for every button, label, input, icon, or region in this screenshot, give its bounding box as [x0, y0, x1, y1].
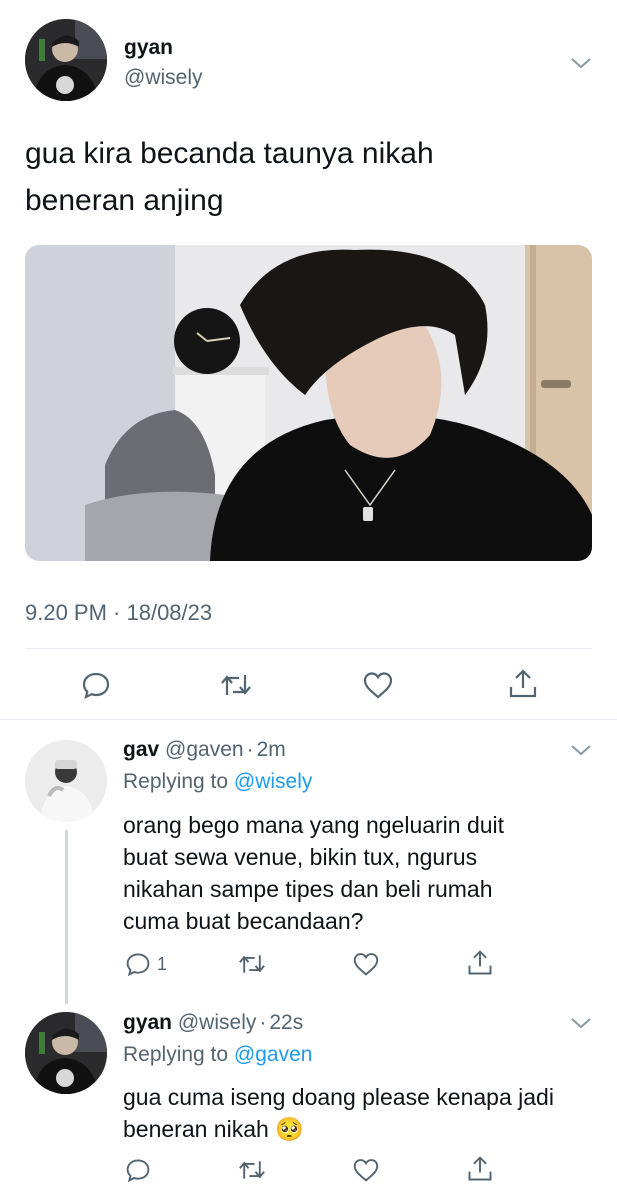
reply-text-line: buat sewa venue, bikin tux, ngurus	[123, 844, 478, 870]
reply-handle[interactable]: @gaven	[165, 738, 244, 761]
retweet-icon	[237, 1157, 267, 1183]
share-button[interactable]	[466, 949, 494, 977]
reply-icon	[125, 951, 151, 977]
reply-button[interactable]	[125, 1157, 151, 1183]
tweet-text-line: gua kira becanda taunya nikah	[25, 137, 434, 170]
reply-icon	[81, 670, 111, 700]
share-button[interactable]	[466, 1155, 494, 1183]
retweet-button[interactable]	[219, 670, 253, 700]
reply-header: gyan @wisely · 22s	[123, 1011, 303, 1035]
like-icon	[352, 951, 380, 977]
reply-text-line: orang bego mana yang ngeluarin duit	[123, 812, 505, 838]
share-icon	[466, 1155, 494, 1183]
reply-text-line-with-emoji: beneran nikah 🥺	[123, 1116, 304, 1143]
reply-display-name[interactable]: gav	[123, 738, 159, 761]
pleading-face-emoji-icon: 🥺	[275, 1116, 304, 1142]
chevron-down-icon[interactable]	[570, 1016, 592, 1035]
retweet-button[interactable]	[237, 951, 267, 977]
like-button[interactable]	[352, 1157, 380, 1183]
reply-button[interactable]	[81, 670, 111, 700]
reply-text-line: nikahan sampe tipes dan beli rumah	[123, 876, 493, 902]
reply-count: 1	[157, 953, 168, 974]
tweet-text-line: beneran anjing	[25, 184, 224, 217]
reply-handle[interactable]: @wisely	[178, 1011, 257, 1034]
retweet-button[interactable]	[237, 1157, 267, 1183]
share-icon	[507, 668, 539, 700]
reply-icon	[125, 1157, 151, 1183]
share-button[interactable]	[507, 668, 539, 700]
tweet-media-image[interactable]	[25, 245, 592, 561]
retweet-icon	[237, 951, 267, 977]
like-button[interactable]	[362, 670, 394, 700]
replying-to-label: Replying to	[123, 770, 229, 793]
dot-separator: ·	[246, 738, 254, 761]
reply-header: gav @gaven · 2m	[123, 738, 286, 762]
reply-text-line: cuma buat becandaan?	[123, 908, 364, 934]
dot-separator: ·	[259, 1011, 267, 1034]
like-button[interactable]	[352, 951, 380, 977]
reply-button[interactable]: 1	[125, 951, 167, 977]
reply-display-name[interactable]: gyan	[123, 1011, 172, 1034]
like-icon	[362, 670, 394, 700]
reply-avatar[interactable]	[25, 740, 107, 822]
like-icon	[352, 1157, 380, 1183]
author-avatar[interactable]	[25, 19, 107, 101]
replying-to-label: Replying to	[123, 1043, 229, 1066]
reply-time[interactable]: 2m	[257, 738, 286, 761]
retweet-icon	[219, 670, 253, 700]
reply-time[interactable]: 22s	[269, 1011, 303, 1034]
replying-to-handle[interactable]: @gaven	[234, 1043, 313, 1066]
divider	[0, 719, 617, 720]
tweet-timestamp[interactable]: 9.20 PM · 18/08/23	[25, 600, 212, 626]
replying-to: Replying to @wisely	[123, 770, 312, 794]
reply-avatar[interactable]	[25, 1012, 107, 1094]
chevron-down-icon[interactable]	[570, 56, 592, 75]
share-icon	[466, 949, 494, 977]
author-display-name[interactable]: gyan	[124, 36, 173, 60]
divider	[25, 648, 592, 649]
replying-to: Replying to @gaven	[123, 1043, 312, 1067]
chevron-down-icon[interactable]	[570, 743, 592, 762]
replying-to-handle[interactable]: @wisely	[234, 770, 313, 793]
thread-line	[65, 830, 68, 1004]
reply-text: beneran nikah	[123, 1116, 269, 1142]
author-handle[interactable]: @wisely	[124, 66, 203, 90]
reply-text-line: gua cuma iseng doang please kenapa jadi	[123, 1084, 554, 1110]
